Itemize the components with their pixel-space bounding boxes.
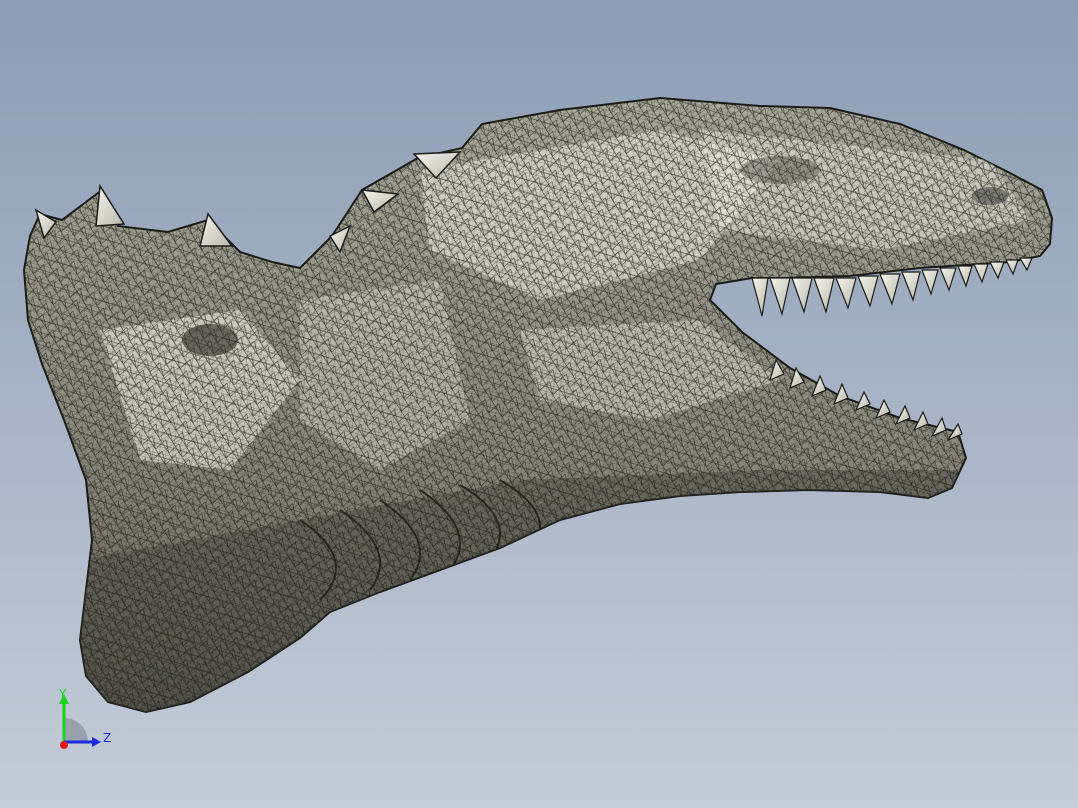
head-body (23, 97, 1053, 713)
triad-z-label: Z (103, 731, 112, 745)
orientation-triad: Y Z (50, 684, 120, 756)
triad-y-label: Y (59, 687, 67, 701)
graphics-viewport[interactable]: Y Z (0, 0, 1078, 808)
dinosaur-head-model[interactable] (0, 0, 1078, 808)
